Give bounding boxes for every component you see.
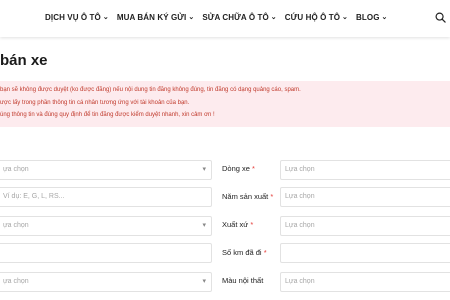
nav-item-mua-ban-ky-gui[interactable]: MUA BÁN KÝ GỬI ⌄ <box>117 13 195 22</box>
nav-item-label: CỨU HỘ Ô TÔ <box>284 13 341 22</box>
nav-item-cuu-ho-o-to[interactable]: CỨU HỘ Ô TÔ ⌄ <box>285 13 348 22</box>
select-placeholder: ựa chọn <box>3 278 29 285</box>
notice-box: bạn sẽ không được duyệt (ko được đăng) n… <box>0 81 450 127</box>
label-text: Xuất xứ <box>222 220 249 229</box>
notice-line: úng thông tin và đúng quy định để tin đă… <box>0 112 215 118</box>
required-marker: * <box>270 192 274 201</box>
dropdown-arrow-icon: ▾ <box>202 278 206 285</box>
origin-label: Xuất xứ * <box>222 220 253 229</box>
condition-select[interactable]: ựa chọn ▾ <box>0 216 212 236</box>
mileage-input[interactable] <box>280 243 450 263</box>
select-placeholder: Lựa chọn <box>285 193 315 200</box>
label-text: Số km đã đi <box>222 248 262 257</box>
chevron-down-icon: ⌄ <box>342 14 349 21</box>
required-marker: * <box>250 220 254 229</box>
label-text: Dòng xe <box>222 164 250 173</box>
select-placeholder: ựa chọn <box>3 166 29 173</box>
dropdown-arrow-icon: ▾ <box>202 222 206 229</box>
page: DỊCH VỤ Ô TÔ ⌄ MUA BÁN KÝ GỬI ⌄ SỬA CHỮA… <box>0 0 450 300</box>
left-field-input[interactable] <box>0 243 212 263</box>
brand-select[interactable]: ựa chọn ▾ <box>0 160 212 180</box>
mileage-label: Số km đã đi * <box>222 248 267 257</box>
year-label: Năm sản xuất * <box>222 192 273 201</box>
label-text: Năm sản xuất <box>222 192 269 201</box>
chevron-down-icon: ⌄ <box>270 14 277 21</box>
version-input[interactable]: Ví dụ: E, G, L, RS... <box>0 187 212 207</box>
label-text: Màu nội thất <box>222 276 264 285</box>
interior-color-label: Màu nội thất <box>222 276 263 285</box>
input-placeholder: Ví dụ: E, G, L, RS... <box>3 193 65 200</box>
page-title: bán xe <box>0 52 48 69</box>
nav-item-label: MUA BÁN KÝ GỬI <box>116 13 187 22</box>
select-placeholder: ựa chọn <box>3 222 29 229</box>
nav-item-dich-vu-o-to[interactable]: DỊCH VỤ Ô TÔ ⌄ <box>45 13 109 22</box>
notice-line: ược lấy trong phần thông tin cá nhân tươ… <box>0 100 190 106</box>
required-marker: * <box>252 164 255 173</box>
nav-item-label: SỬA CHỮA Ô TÔ <box>202 13 269 22</box>
select-placeholder: Lựa chọn <box>285 166 315 173</box>
model-select[interactable]: Lựa chọn <box>280 160 450 180</box>
interior-color-select[interactable]: Lựa chọn <box>280 272 450 292</box>
required-marker: * <box>263 248 267 257</box>
chevron-down-icon: ⌄ <box>102 14 109 21</box>
nav-item-sua-chua-o-to[interactable]: SỬA CHỮA Ô TÔ ⌄ <box>202 13 276 22</box>
select-placeholder: Lựa chọn <box>285 278 315 285</box>
chevron-down-icon: ⌄ <box>381 14 388 21</box>
dropdown-arrow-icon: ▾ <box>202 166 206 173</box>
nav-item-label: BLOG <box>356 13 380 22</box>
select-placeholder: Lựa chọn <box>285 222 315 229</box>
top-navigation-bar: DỊCH VỤ Ô TÔ ⌄ MUA BÁN KÝ GỬI ⌄ SỬA CHỮA… <box>0 0 450 37</box>
model-label: Dòng xe * <box>222 164 255 173</box>
main-menu: DỊCH VỤ Ô TÔ ⌄ MUA BÁN KÝ GỬI ⌄ SỬA CHỮA… <box>45 13 396 22</box>
search-icon[interactable] <box>435 12 446 23</box>
nav-item-label: DỊCH VỤ Ô TÔ <box>45 13 101 22</box>
chevron-down-icon: ⌄ <box>188 14 195 21</box>
year-select[interactable]: Lựa chọn <box>280 187 450 207</box>
origin-select[interactable]: Lựa chọn <box>280 216 450 236</box>
nav-item-blog[interactable]: BLOG ⌄ <box>356 13 387 22</box>
exterior-color-select[interactable]: ựa chọn ▾ <box>0 272 212 292</box>
notice-line: bạn sẽ không được duyệt (ko được đăng) n… <box>0 87 301 93</box>
